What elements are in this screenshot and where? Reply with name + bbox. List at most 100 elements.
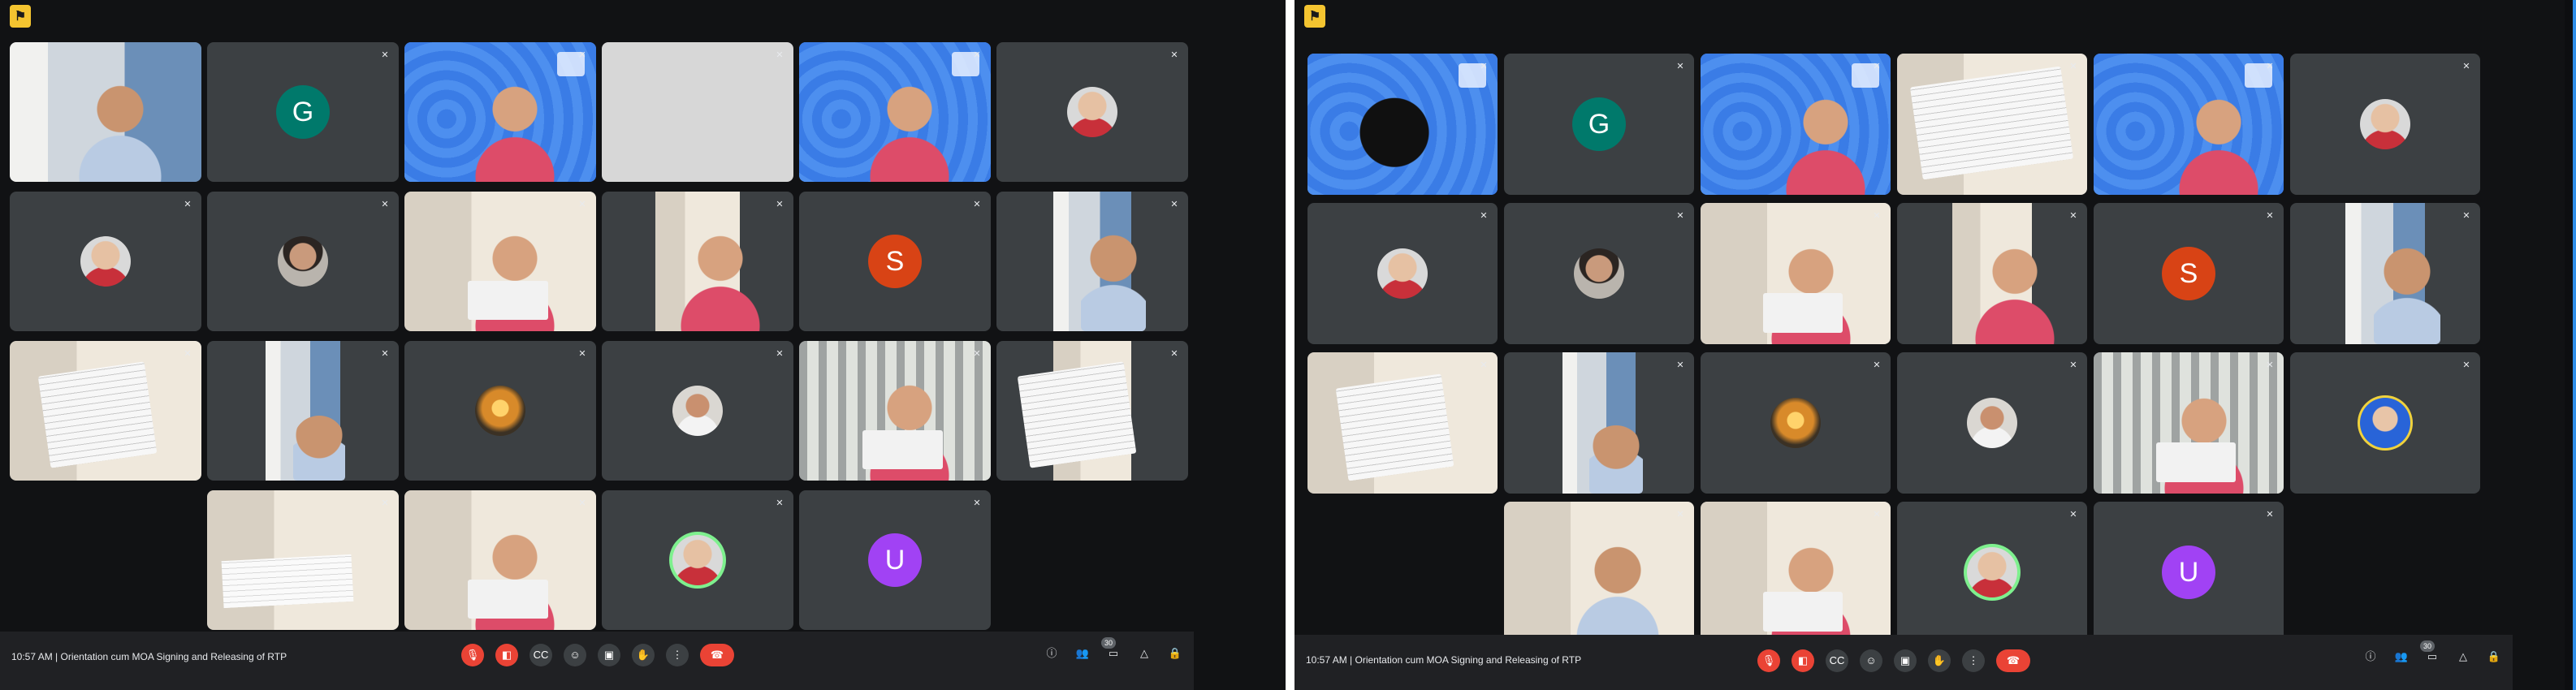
participant-tile[interactable]: ✕ [404, 490, 596, 630]
window-edge [2565, 0, 2576, 690]
mic-off-icon: ✕ [381, 200, 389, 209]
activities-icon[interactable]: △ [2454, 648, 2472, 666]
captions-icon[interactable]: CC [529, 644, 552, 666]
present-screen-icon[interactable]: ▣ [598, 644, 620, 666]
participant-tile[interactable] [10, 42, 201, 182]
participant-tile[interactable]: ✕ [1504, 502, 1694, 643]
participant-tile[interactable]: ✕ [207, 490, 399, 630]
participant-tile[interactable]: G ✕ [1504, 54, 1694, 195]
participant-tile[interactable]: ✕ [602, 42, 793, 182]
participant-tile[interactable]: ✕ [1307, 203, 1498, 344]
participant-tile[interactable]: ✕ [1701, 352, 1891, 494]
participant-tile[interactable]: ✕ [2094, 352, 2284, 494]
participant-tile[interactable]: ✕ [1504, 203, 1694, 344]
participant-tile[interactable]: ✕ [602, 341, 793, 481]
participant-tile[interactable]: ✕ [602, 192, 793, 331]
profile-avatar [672, 535, 723, 585]
chat-icon[interactable]: ▭ [1104, 645, 1122, 662]
mic-off-icon: ✕ [776, 200, 784, 209]
mic-off-icon: ✕ [1676, 62, 1684, 71]
participant-tile[interactable]: ✕ [404, 341, 596, 481]
participant-tile[interactable]: ✕ [404, 192, 596, 331]
participant-tile[interactable]: ✕ [207, 192, 399, 331]
meeting-time-title: 10:57 AM | Orientation cum MOA Signing a… [1306, 654, 1582, 666]
participant-tile[interactable]: S ✕ [799, 192, 991, 331]
mic-off-icon: ✕ [2462, 211, 2470, 221]
profile-avatar [278, 236, 328, 287]
mic-off-icon: ✕ [973, 498, 981, 508]
present-flag-icon[interactable]: ⚑ [1304, 5, 1325, 28]
lock-icon[interactable]: 🔒 [1166, 645, 1184, 662]
self-view-tile[interactable]: ✕ [1307, 54, 1498, 195]
people-icon[interactable]: 👥 [1074, 645, 1091, 662]
participant-tile[interactable]: U ✕ [799, 490, 991, 630]
mic-off-icon: ✕ [776, 349, 784, 359]
info-icon[interactable]: ⓘ [2362, 648, 2379, 666]
mic-off-icon: ✕ [381, 498, 389, 508]
participant-tile[interactable]: ✕ [2290, 203, 2480, 344]
participant-tile[interactable]: ✕ [799, 341, 991, 481]
mic-off-icon: ✕ [184, 349, 192, 359]
profile-avatar [80, 236, 131, 287]
participant-tile[interactable]: ✕ [10, 192, 201, 331]
participant-tile[interactable]: S ✕ [2094, 203, 2284, 344]
avatar-s: S [868, 235, 922, 288]
raise-hand-icon[interactable]: ✋ [632, 644, 655, 666]
more-options-icon[interactable]: ⋮ [1962, 649, 1985, 672]
participant-tile[interactable]: ✕ [602, 490, 793, 630]
participant-tile[interactable]: ✕ [1504, 352, 1694, 494]
mic-off-icon: ✕ [2266, 510, 2274, 520]
participant-tile[interactable]: ✕ [799, 42, 991, 182]
activities-icon[interactable]: △ [1135, 645, 1153, 662]
mic-off-icon: ✕ [973, 50, 981, 60]
participant-tile[interactable]: ✕ [1307, 352, 1498, 494]
emoji-icon[interactable]: ☺ [1860, 649, 1882, 672]
meeting-toolbar: 10:57 AM | Orientation cum MOA Signing a… [0, 632, 1194, 690]
participant-tile[interactable]: ✕ [1701, 54, 1891, 195]
participant-tile[interactable]: ✕ [1897, 54, 2087, 195]
chat-icon[interactable]: ▭ [2423, 648, 2441, 666]
profile-avatar [1770, 398, 1821, 448]
mic-off-icon: ✕ [578, 50, 586, 60]
info-icon[interactable]: ⓘ [1043, 645, 1061, 662]
present-screen-icon[interactable]: ▣ [1894, 649, 1917, 672]
participant-tile[interactable]: ✕ [207, 341, 399, 481]
participant-tile[interactable]: ✕ [404, 42, 596, 182]
participant-tile[interactable]: ✕ [1701, 502, 1891, 643]
mic-off-icon: ✕ [578, 349, 586, 359]
participant-tile[interactable]: ✕ [1897, 203, 2087, 344]
participant-tile[interactable]: ✕ [1701, 203, 1891, 344]
participant-tile[interactable]: ✕ [996, 341, 1188, 481]
participant-tile[interactable]: G ✕ [207, 42, 399, 182]
present-flag-icon[interactable]: ⚑ [10, 5, 31, 28]
people-icon[interactable]: 👥 [2392, 648, 2410, 666]
mic-off-icon: ✕ [1170, 200, 1178, 209]
more-options-icon[interactable]: ⋮ [666, 644, 689, 666]
participant-tile[interactable]: ✕ [996, 42, 1188, 182]
participant-tile[interactable]: ✕ [1897, 502, 2087, 643]
mic-off-icon: ✕ [2069, 62, 2077, 71]
participant-tile[interactable]: ✕ [996, 192, 1188, 331]
participant-tile[interactable]: U ✕ [2094, 502, 2284, 643]
captions-icon[interactable]: CC [1826, 649, 1848, 672]
raise-hand-icon[interactable]: ✋ [1928, 649, 1951, 672]
meet-window-right: ⚑ ✕ G ✕ ✕ ✕ ✕ ✕ ✕ ✕ ✕ ✕ S ✕ ✕ ✕ ✕ ✕ ✕ ✕ ✕ … [1294, 0, 2576, 690]
mic-off-icon[interactable]: 🎙 [461, 644, 484, 666]
profile-avatar [1067, 87, 1117, 137]
participant-tile[interactable]: ✕ [2290, 54, 2480, 195]
participant-tile[interactable]: ✕ [1897, 352, 2087, 494]
camera-off-icon[interactable]: ◧ [495, 644, 518, 666]
participant-tile[interactable]: ✕ [10, 341, 201, 481]
participant-tile[interactable]: ✕ [2290, 352, 2480, 494]
emoji-icon[interactable]: ☺ [564, 644, 586, 666]
mic-off-icon: ✕ [2266, 211, 2274, 221]
participant-tile[interactable]: ✕ [2094, 54, 2284, 195]
end-call-icon[interactable]: ☎ [700, 644, 734, 666]
end-call-icon[interactable]: ☎ [1996, 649, 2030, 672]
profile-avatar [1574, 248, 1624, 299]
camera-off-icon[interactable]: ◧ [1792, 649, 1814, 672]
profile-avatar [1377, 248, 1428, 299]
lock-icon[interactable]: 🔒 [2485, 648, 2503, 666]
mic-off-icon: ✕ [578, 200, 586, 209]
mic-off-icon[interactable]: 🎙 [1757, 649, 1780, 672]
